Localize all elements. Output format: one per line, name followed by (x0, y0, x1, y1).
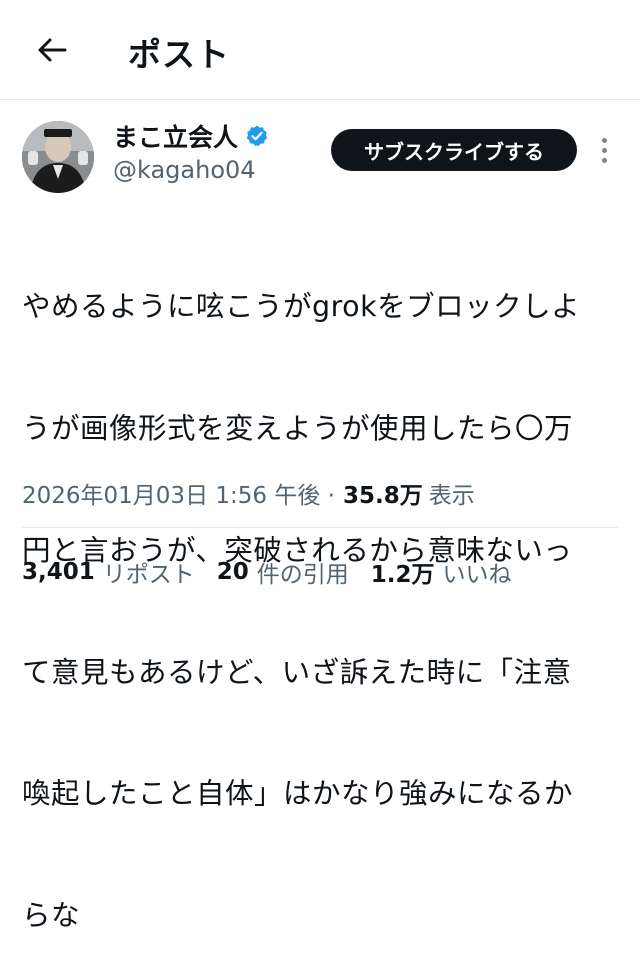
more-dot-icon (601, 157, 607, 163)
arrow-left-icon (38, 38, 67, 62)
reposts-stat[interactable]: 3,401 リポスト (22, 555, 195, 589)
more-dot-icon (601, 147, 607, 153)
subscribe-button[interactable]: サブスクライブする (331, 129, 577, 171)
tweet-line: らな (22, 899, 81, 933)
likes-count: 1.2万 (370, 562, 435, 588)
author-display-name[interactable]: まこ立会人 (113, 118, 238, 154)
engagement-stats: 3,401 リポスト 20 件の引用 1.2万 いいね (22, 555, 534, 589)
view-count: 35.8万 (342, 483, 423, 509)
tweet-line: 喚起したこと自体」はかなり強みになるか (22, 777, 574, 811)
reposts-count: 3,401 (22, 559, 95, 585)
verified-badge-icon (246, 125, 268, 146)
views-label[interactable]: 表示 (429, 476, 475, 510)
author-handle[interactable]: @kagaho04 (113, 156, 256, 184)
more-dot-icon (601, 137, 607, 143)
tweet-line: やめるように呟こうがgrokをブロックしよ (22, 290, 581, 324)
tweet-timestamp[interactable]: 2026年01月03日 1:56 午後 · (22, 476, 335, 510)
quotes-count: 20 (216, 559, 249, 585)
quotes-stat[interactable]: 20 件の引用 (217, 555, 349, 589)
tweet-text: やめるように呟こうがgrokをブロックしよ うが画像形式を変えようが使用したら〇… (22, 206, 612, 977)
quotes-label: 件の引用 (256, 562, 349, 588)
back-button[interactable] (26, 24, 78, 76)
avatar[interactable] (22, 121, 94, 193)
likes-label: いいね (442, 562, 512, 588)
tweet-line: て意見もあるけど、いざ訴えた時に「注意 (22, 655, 572, 689)
author-name-row[interactable]: まこ立会人 (113, 118, 269, 154)
page-title: ポスト (128, 35, 230, 74)
reposts-label: リポスト (102, 562, 195, 588)
tweet-meta: 2026年01月03日 1:56 午後 · 35.8万 表示 (22, 476, 475, 510)
top-bar: ポスト (0, 0, 640, 100)
tweet-line: うが画像形式を変えようが使用したら〇万 (22, 411, 574, 445)
more-options-button[interactable] (592, 132, 616, 168)
divider (22, 527, 618, 528)
likes-stat[interactable]: 1.2万 いいね (371, 555, 512, 589)
